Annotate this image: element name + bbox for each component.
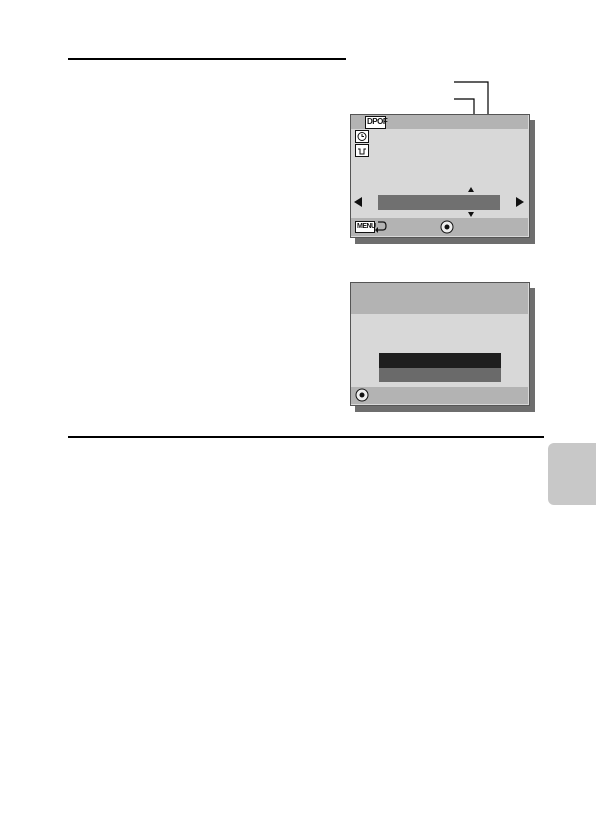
section-rule-bottom (68, 436, 544, 438)
lcd-screen-2 (350, 282, 530, 406)
joystick-icon (355, 388, 369, 402)
chapter-side-tab (548, 443, 596, 505)
screen1-left-right-arrows (354, 197, 524, 207)
